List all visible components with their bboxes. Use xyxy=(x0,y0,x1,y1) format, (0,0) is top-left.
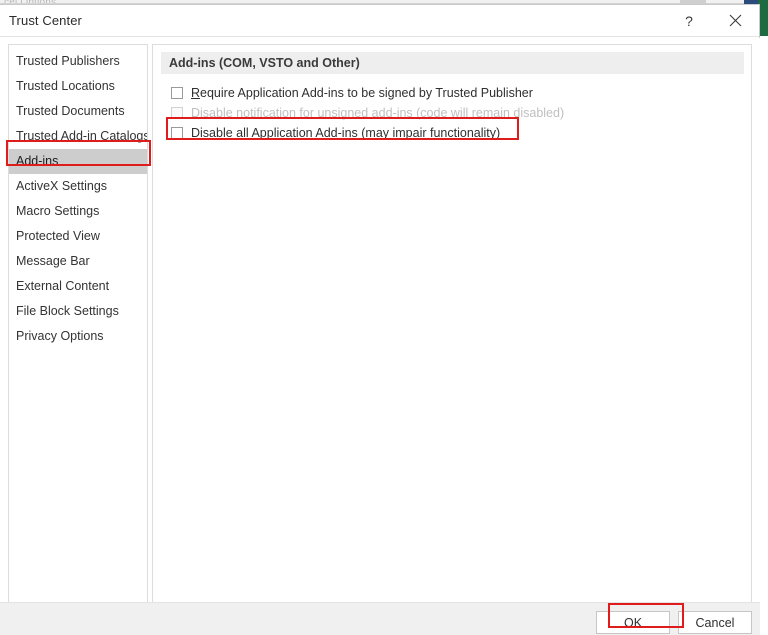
access-key: R xyxy=(191,86,201,100)
sidebar-item-message-bar[interactable]: Message Bar xyxy=(9,249,147,274)
sidebar-item-trusted-locations[interactable]: Trusted Locations xyxy=(9,74,147,99)
sidebar-item-label: Add-ins xyxy=(16,154,59,168)
sidebar-item-label: Trusted Locations xyxy=(16,79,115,93)
disable-unsigned-notification-checkbox: Disable notification for unsigned add-in… xyxy=(171,103,731,123)
option-label: Disable all Application Add-ins (may imp… xyxy=(191,126,501,140)
sidebar-item-label: External Content xyxy=(16,279,110,293)
sidebar-item-label: ActiveX Settings xyxy=(16,179,108,193)
require-signed-addins-checkbox[interactable]: Require Application Add-ins to be signed… xyxy=(171,83,731,103)
sidebar-item-external-content[interactable]: External Content xyxy=(9,274,147,299)
sidebar-item-label: Trusted Publishers xyxy=(16,54,120,68)
option-label: Disable notification for unsigned add-in… xyxy=(191,106,565,120)
sidebar-item-file-block-settings[interactable]: File Block Settings xyxy=(9,299,147,324)
dialog-footer: OK Cancel xyxy=(0,602,760,635)
category-list[interactable]: Trusted Publishers Trusted Locations Trust… xyxy=(8,44,148,607)
dialog-title: Trust Center xyxy=(9,13,82,28)
sidebar-item-macro-settings[interactable]: Macro Settings xyxy=(9,199,147,224)
sidebar-item-label: Trusted Add-in Catalogs xyxy=(16,129,148,143)
sidebar-item-label: File Block Settings xyxy=(16,304,119,318)
access-key: D xyxy=(191,126,201,140)
checkbox-icon[interactable] xyxy=(171,87,183,99)
disable-all-addins-checkbox[interactable]: Disable all Application Add-ins (may imp… xyxy=(171,123,731,143)
section-title: Add-ins (COM, VSTO and Other) xyxy=(161,52,744,74)
close-button[interactable] xyxy=(713,5,757,36)
ok-button[interactable]: OK xyxy=(596,611,670,634)
sidebar-item-trusted-add-in-catalogs[interactable]: Trusted Add-in Catalogs xyxy=(9,124,147,149)
screen-root: cel Options Trust Center ? Trusted Publi… xyxy=(0,0,768,635)
addins-panel: Add-ins (COM, VSTO and Other) Require Ap… xyxy=(152,44,752,607)
access-key: n xyxy=(236,106,244,120)
question-mark-icon: ? xyxy=(685,12,693,29)
option-label: Require Application Add-ins to be signed… xyxy=(191,86,533,100)
addins-options-group: Require Application Add-ins to be signed… xyxy=(171,83,731,143)
trust-center-dialog: Trust Center ? Trusted Publishers Trusted… xyxy=(0,4,760,635)
sidebar-item-protected-view[interactable]: Protected View xyxy=(9,224,147,249)
sidebar-item-activex-settings[interactable]: ActiveX Settings xyxy=(9,174,147,199)
help-button[interactable]: ? xyxy=(667,5,711,36)
dialog-titlebar: Trust Center ? xyxy=(0,5,759,37)
sidebar-item-label: Protected View xyxy=(16,229,100,243)
dialog-body: Trusted Publishers Trusted Locations Trust… xyxy=(0,38,760,607)
sidebar-item-trusted-documents[interactable]: Trusted Documents xyxy=(9,99,147,124)
sidebar-item-label: Message Bar xyxy=(16,254,90,268)
checkbox-icon xyxy=(171,107,183,119)
sidebar-item-label: Trusted Documents xyxy=(16,104,125,118)
checkbox-icon[interactable] xyxy=(171,127,183,139)
sidebar-item-label: Macro Settings xyxy=(16,204,100,218)
close-x-icon xyxy=(729,14,742,27)
sidebar-item-label: Privacy Options xyxy=(16,329,104,343)
cancel-button[interactable]: Cancel xyxy=(678,611,752,634)
sidebar-item-privacy-options[interactable]: Privacy Options xyxy=(9,324,147,349)
sidebar-item-add-ins[interactable]: Add-ins xyxy=(9,149,147,174)
sidebar-item-trusted-publishers[interactable]: Trusted Publishers xyxy=(9,49,147,74)
